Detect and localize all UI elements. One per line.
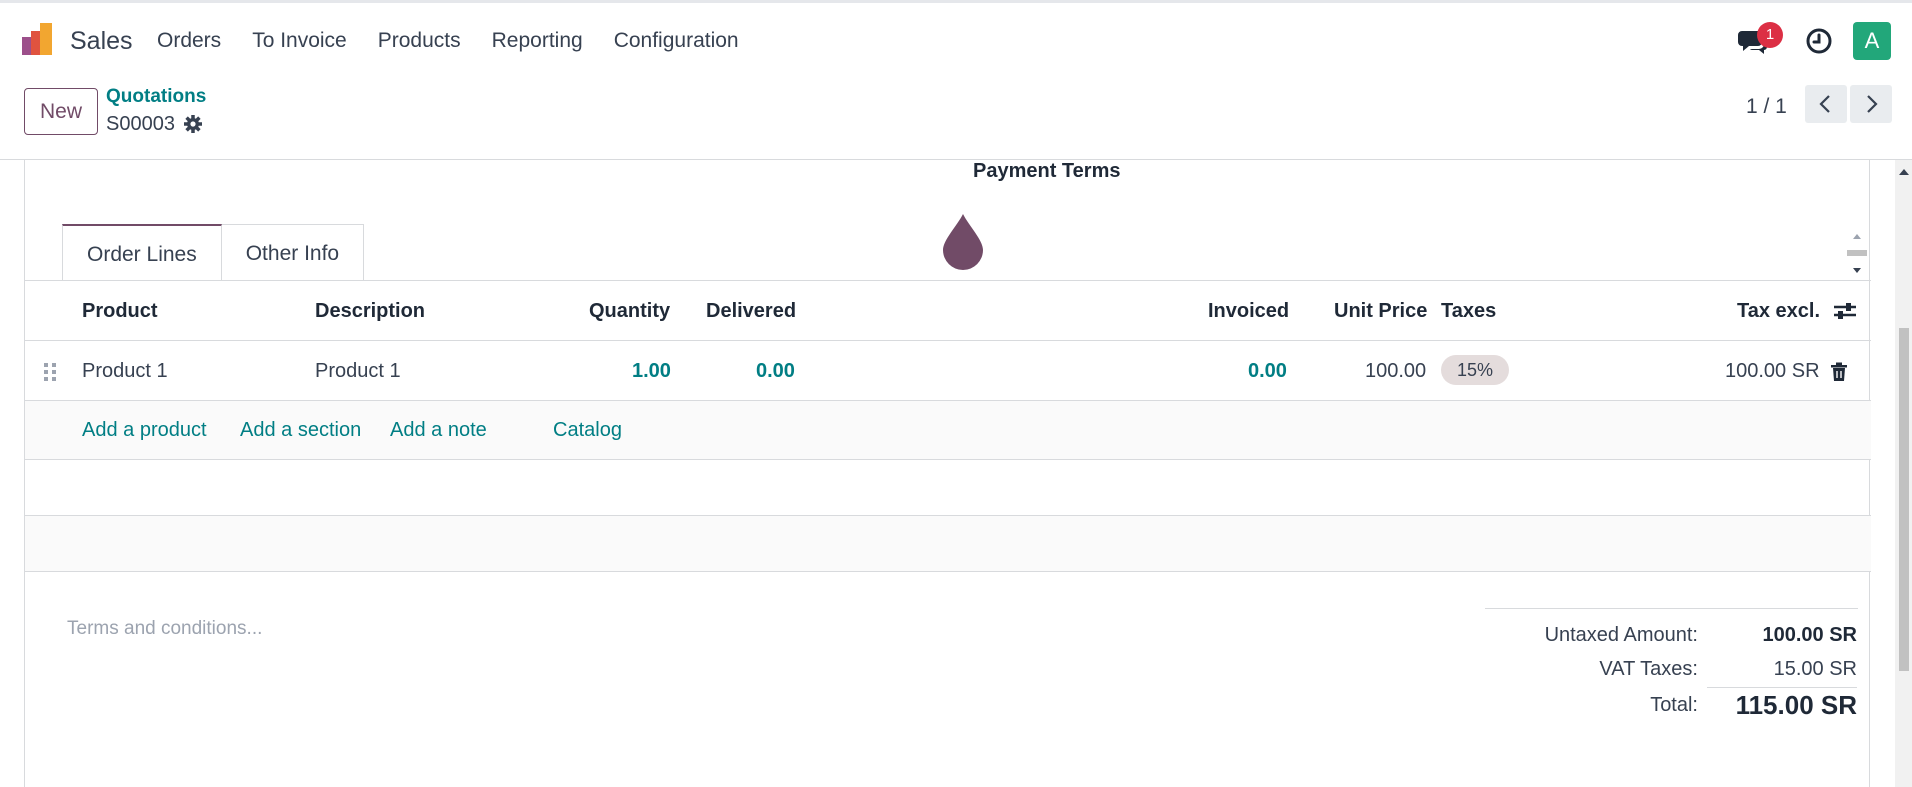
scroll-up-icon[interactable] (1898, 168, 1910, 176)
notebook-tabs: Order Lines Other Info (62, 224, 365, 281)
total-label: Total: (1650, 694, 1698, 716)
user-avatar[interactable]: A (1853, 22, 1891, 60)
menu-item-configuration[interactable]: Configuration (614, 29, 739, 53)
tab-other-info[interactable]: Other Info (221, 224, 365, 281)
sales-app-logo-icon[interactable] (22, 23, 58, 59)
untaxed-amount-label: Untaxed Amount: (1544, 624, 1698, 646)
top-navbar: Sales Orders To Invoice Products Reporti… (0, 0, 1912, 78)
clock-icon[interactable] (1805, 27, 1833, 55)
add-line-row: Add a product Add a section Add a note C… (25, 401, 1871, 460)
line-unit-price[interactable]: 100.00 (1365, 360, 1426, 383)
line-product[interactable]: Product 1 (82, 360, 168, 383)
column-unit-price[interactable]: Unit Price (1334, 300, 1427, 323)
app-name[interactable]: Sales (70, 27, 133, 56)
catalog-link[interactable]: Catalog (553, 419, 622, 442)
drop-icon (943, 214, 983, 270)
line-quantity[interactable]: 1.00 (632, 360, 671, 383)
add-product-link[interactable]: Add a product (82, 419, 207, 442)
tab-order-lines[interactable]: Order Lines (62, 224, 222, 281)
add-note-link[interactable]: Add a note (390, 419, 487, 442)
add-section-link[interactable]: Add a section (240, 419, 361, 442)
untaxed-amount-value: 100.00 SR (1762, 624, 1857, 646)
vat-taxes-label: VAT Taxes: (1599, 658, 1698, 680)
menu-item-products[interactable]: Products (378, 29, 461, 53)
line-tax-excl: 100.00 SR (1725, 360, 1820, 382)
tabs-scrollbar[interactable] (1845, 228, 1869, 280)
pager-value[interactable]: 1 / 1 (1746, 95, 1787, 119)
column-invoiced[interactable]: Invoiced (1208, 300, 1289, 323)
line-description[interactable]: Product 1 (315, 360, 401, 383)
gear-icon[interactable] (183, 114, 203, 134)
line-invoiced[interactable]: 0.00 (1248, 360, 1287, 383)
menu-item-reporting[interactable]: Reporting (492, 29, 583, 53)
column-quantity[interactable]: Quantity (589, 300, 670, 323)
chevron-right-icon (1867, 95, 1878, 113)
chevron-left-icon (1819, 95, 1830, 113)
control-panel: New Quotations S00003 1 / 1 (0, 78, 1912, 160)
pager-previous-button[interactable] (1805, 85, 1847, 123)
terms-and-conditions-field[interactable]: Terms and conditions... (67, 618, 262, 640)
optional-columns-icon[interactable] (1833, 301, 1857, 321)
column-taxes[interactable]: Taxes (1441, 300, 1496, 323)
new-button[interactable]: New (24, 88, 98, 135)
table-row[interactable]: Product 1 Product 1 1.00 0.00 0.00 100.0… (25, 341, 1871, 401)
line-tax-badge[interactable]: 15% (1441, 355, 1509, 385)
line-delivered[interactable]: 0.00 (756, 360, 795, 383)
column-product[interactable]: Product (82, 300, 158, 323)
pager-next-button[interactable] (1850, 85, 1892, 123)
empty-table-row (25, 516, 1871, 572)
drag-handle-icon[interactable] (43, 362, 57, 382)
total-value: 115.00 SR (1735, 690, 1857, 720)
main-menu: Orders To Invoice Products Reporting Con… (157, 29, 739, 53)
column-tax-excl[interactable]: Tax excl. (1737, 300, 1820, 323)
column-description[interactable]: Description (315, 300, 425, 323)
payment-terms-label: Payment Terms (973, 160, 1121, 182)
message-count-badge: 1 (1757, 22, 1783, 48)
menu-item-orders[interactable]: Orders (157, 29, 221, 53)
trash-icon[interactable] (1830, 362, 1848, 382)
page-scrollbar[interactable] (1895, 160, 1912, 787)
total-divider (1707, 687, 1857, 688)
menu-item-to-invoice[interactable]: To Invoice (252, 29, 347, 53)
page-scrollbar-thumb[interactable] (1899, 328, 1909, 671)
empty-table-row (25, 460, 1871, 516)
breadcrumb-quotations[interactable]: Quotations (106, 86, 206, 108)
column-delivered[interactable]: Delivered (706, 300, 796, 323)
totals-top-divider (1485, 608, 1858, 609)
record-name: S00003 (106, 113, 175, 135)
form-sheet: Payment Terms Order Lines Other Info Pro… (24, 160, 1871, 787)
vat-taxes-value: 15.00 SR (1773, 658, 1857, 680)
order-lines-header: Product Description Quantity Delivered I… (25, 281, 1871, 341)
